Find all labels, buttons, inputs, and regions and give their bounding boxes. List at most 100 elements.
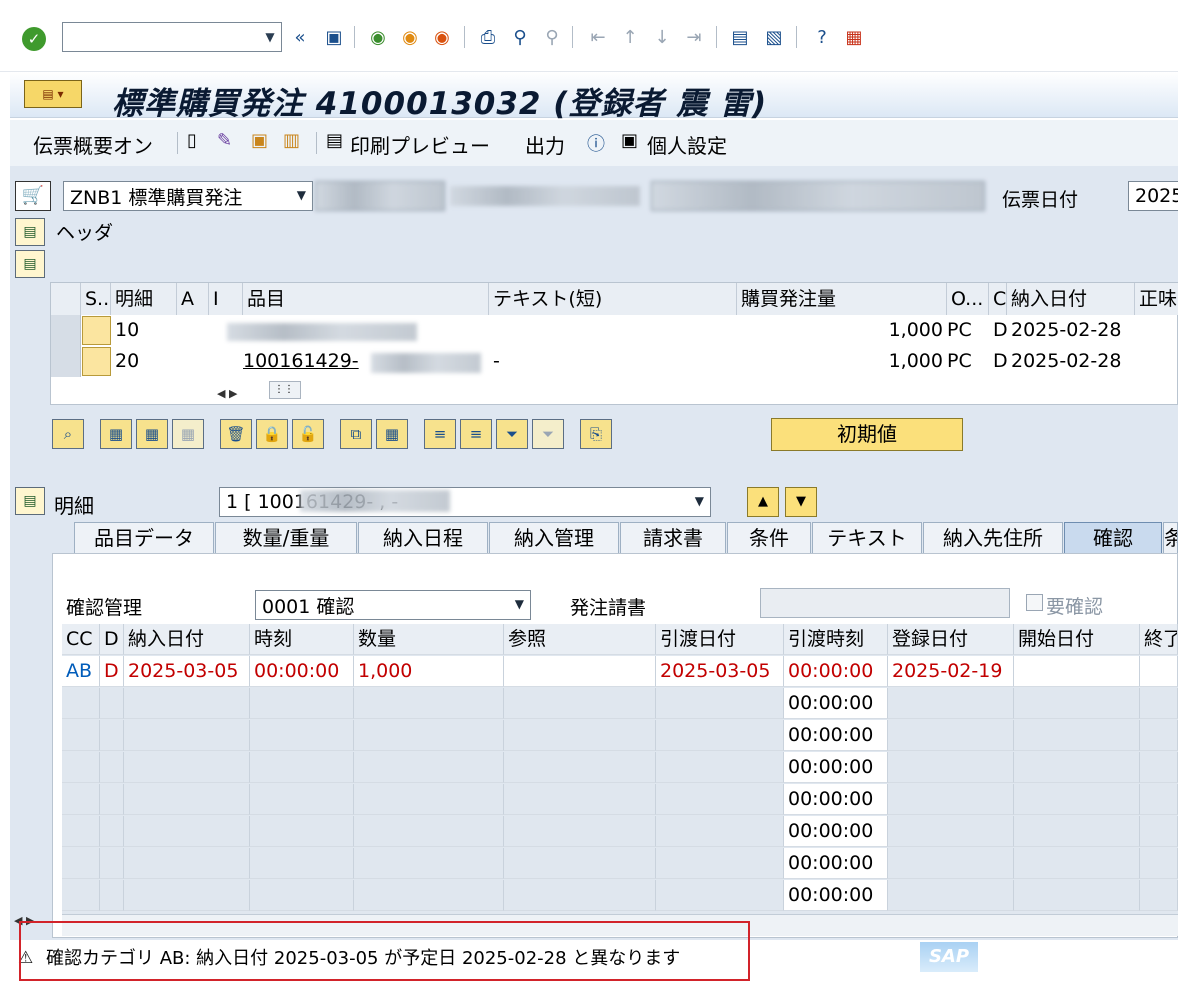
cancel-icon[interactable]: ◉ (430, 25, 454, 49)
table-cell[interactable] (250, 848, 354, 879)
tab-more[interactable]: 条 (1163, 522, 1178, 554)
order-ack-field[interactable] (760, 588, 1010, 618)
table-header-cell[interactable]: A (177, 283, 209, 315)
table-cell[interactable] (504, 816, 656, 847)
table-header-cell[interactable]: CC (62, 624, 100, 655)
table-cell[interactable] (250, 816, 354, 847)
personal-settings-button[interactable]: 個人設定 (647, 130, 727, 159)
table-cell-time[interactable]: 00:00:00 (784, 720, 888, 751)
next-item-button[interactable]: ▼ (785, 487, 817, 517)
collapse-detail-icon[interactable]: ▤ (15, 487, 45, 515)
table-cell[interactable]: 2025-03-05 (656, 656, 784, 687)
table-cell[interactable] (124, 880, 250, 911)
table-header-cell[interactable]: 開始日付 (1014, 624, 1140, 655)
table-cell[interactable] (1014, 720, 1140, 751)
table-cell[interactable] (100, 880, 124, 911)
table-cell[interactable] (62, 784, 100, 815)
table-cell[interactable] (354, 752, 504, 783)
delete-icon[interactable]: 🗑 (220, 419, 252, 449)
command-field[interactable] (62, 22, 282, 52)
table-header-cell[interactable] (51, 283, 81, 315)
unlock-icon[interactable]: 🔓 (292, 419, 324, 449)
details-icon[interactable]: ⌕ (52, 419, 84, 449)
table-cell[interactable] (1014, 816, 1140, 847)
document-type-select[interactable]: ZNB1 標準購買発注 ▼ (63, 181, 313, 211)
table-header-cell[interactable]: I (209, 283, 243, 315)
table-cell[interactable] (354, 720, 504, 751)
table-cell[interactable] (888, 816, 1014, 847)
tab-confirmations[interactable]: 確認 (1064, 522, 1162, 554)
find-icon[interactable]: ⚲ (508, 25, 532, 49)
table-cell[interactable] (100, 720, 124, 751)
table-cell[interactable] (1140, 720, 1178, 751)
table-cell[interactable] (250, 720, 354, 751)
table-cell[interactable] (1140, 880, 1178, 911)
table-cell[interactable]: AB (62, 656, 100, 687)
print-preview-button[interactable]: 印刷プレビュー (350, 130, 490, 159)
supplier-field[interactable] (651, 181, 985, 211)
table-cell-c[interactable]: D (989, 346, 1007, 377)
table-cell[interactable] (888, 752, 1014, 783)
table-cell[interactable] (1140, 848, 1178, 879)
table-cell-time[interactable]: 00:00:00 (784, 784, 888, 815)
table-header-cell[interactable]: 終了 (1140, 624, 1178, 655)
document-overview-button[interactable]: 伝票概要オン (33, 130, 153, 159)
table-cell[interactable]: 1,000 (354, 656, 504, 687)
output-button[interactable]: 出力 (525, 130, 565, 159)
table-cell[interactable] (100, 816, 124, 847)
info-icon[interactable]: ⓘ (587, 130, 605, 156)
shortcut-icon[interactable]: ▧ (762, 25, 786, 49)
find-next-icon[interactable]: ⚲ (540, 25, 564, 49)
conf-control-select[interactable]: 0001 確認 ▼ (255, 590, 531, 620)
status-cell[interactable] (82, 347, 111, 376)
table-cell[interactable]: D (100, 656, 124, 687)
table-cell[interactable] (1014, 688, 1140, 719)
exit-icon[interactable]: ◉ (398, 25, 422, 49)
table-cell[interactable] (1140, 688, 1178, 719)
table-header-cell[interactable]: 納入日付 (124, 624, 250, 655)
table-header-cell[interactable]: 正味 (1135, 283, 1178, 315)
table-cell[interactable] (354, 784, 504, 815)
table-settings-icon[interactable]: ▦ (376, 419, 408, 449)
table-cell[interactable] (504, 688, 656, 719)
copy-icon[interactable]: ⧉ (340, 419, 372, 449)
table-cell-text[interactable]: - (489, 346, 737, 377)
table-cell[interactable] (504, 656, 656, 687)
table-cell[interactable] (124, 688, 250, 719)
table-cell[interactable] (1140, 816, 1178, 847)
row-selector[interactable] (51, 346, 81, 377)
table-cell[interactable]: 2025-03-05 (124, 656, 250, 687)
hold-icon[interactable]: ▥ (283, 130, 300, 151)
table-cell-qty[interactable]: 1,000 (737, 346, 947, 377)
expand-header-icon[interactable]: ▤ (15, 218, 45, 246)
table-cell[interactable] (656, 816, 784, 847)
document-date-field[interactable]: 2025 (1128, 181, 1178, 211)
table-cell[interactable] (656, 848, 784, 879)
table-cell-date[interactable]: 2025-02-28 (1007, 346, 1135, 377)
help-icon[interactable]: ? (810, 25, 834, 49)
table-cell[interactable] (656, 720, 784, 751)
table-cell-unit[interactable]: PC (943, 346, 989, 377)
prev-page-icon[interactable]: ↑ (618, 25, 642, 49)
table-cell-item[interactable]: 10 (111, 315, 177, 346)
new-session-icon[interactable]: ▤ (728, 25, 752, 49)
table-cell[interactable] (124, 720, 250, 751)
table-cell[interactable] (888, 688, 1014, 719)
table-cell-time[interactable]: 00:00:00 (784, 880, 888, 911)
table-header-cell[interactable]: 登録日付 (888, 624, 1014, 655)
tab-quantity-weight[interactable]: 数量/重量 (215, 522, 357, 554)
tab-delivery-schedule[interactable]: 納入日程 (358, 522, 488, 554)
vendor-field[interactable] (315, 181, 445, 211)
table-cell[interactable] (354, 688, 504, 719)
table-cell[interactable] (504, 848, 656, 879)
tab-delivery-address[interactable]: 納入先住所 (923, 522, 1063, 554)
table-cell[interactable] (62, 752, 100, 783)
remove-filter-icon[interactable]: ⏷ (532, 419, 564, 449)
dropdown-icon[interactable]: ▼ (258, 22, 282, 52)
table-cell[interactable] (656, 688, 784, 719)
print-preview-icon[interactable]: ▤ (326, 130, 343, 151)
back-icon[interactable]: ◉ (366, 25, 390, 49)
table-cell-qty[interactable]: 1,000 (737, 315, 947, 346)
table-header-cell[interactable]: 明細 (111, 283, 177, 315)
table-cell-time[interactable]: 00:00:00 (784, 688, 888, 719)
